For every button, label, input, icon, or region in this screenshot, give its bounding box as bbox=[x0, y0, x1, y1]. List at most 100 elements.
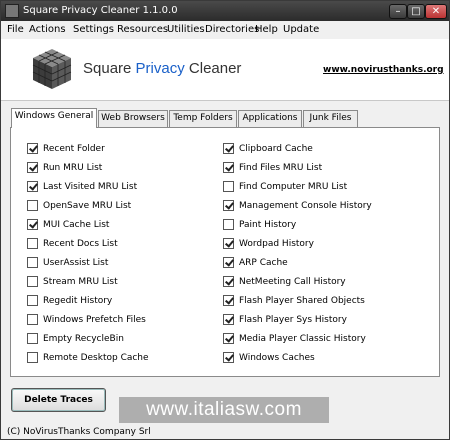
option-label: OpenSave MRU List bbox=[43, 200, 132, 211]
option-label: Recent Folder bbox=[43, 143, 105, 154]
window-title: Square Privacy Cleaner 1.1.0.0 bbox=[23, 5, 178, 16]
maximize-button[interactable]: □ bbox=[407, 4, 425, 19]
app-name: Square Privacy Cleaner bbox=[83, 60, 242, 77]
option-label: Paint History bbox=[239, 219, 297, 230]
checkbox[interactable] bbox=[223, 352, 234, 363]
tab-temp-folders[interactable]: Temp Folders bbox=[169, 110, 237, 127]
option-item[interactable]: Clipboard Cache bbox=[223, 142, 313, 155]
option-label: Media Player Classic History bbox=[239, 333, 366, 344]
checkbox[interactable] bbox=[27, 314, 38, 325]
option-item[interactable]: Remote Desktop Cache bbox=[27, 351, 149, 364]
checkbox[interactable] bbox=[27, 200, 38, 211]
tab-applications[interactable]: Applications bbox=[238, 110, 302, 127]
option-item[interactable]: Last Visited MRU List bbox=[27, 180, 137, 193]
close-button[interactable]: ✕ bbox=[425, 4, 447, 19]
menu-resources[interactable]: Resources bbox=[117, 24, 168, 35]
option-label: ARP Cache bbox=[239, 257, 288, 268]
option-item[interactable]: Media Player Classic History bbox=[223, 332, 366, 345]
option-label: Wordpad History bbox=[239, 238, 314, 249]
option-label: Flash Player Shared Objects bbox=[239, 295, 365, 306]
checkbox[interactable] bbox=[223, 219, 234, 230]
menu-update[interactable]: Update bbox=[283, 24, 319, 35]
option-label: Empty RecycleBin bbox=[43, 333, 124, 344]
minimize-button[interactable]: – bbox=[389, 4, 407, 19]
watermark-text: www.italiasw.com bbox=[119, 397, 329, 423]
option-item[interactable]: Wordpad History bbox=[223, 237, 314, 250]
checkbox[interactable] bbox=[223, 257, 234, 268]
title-bar[interactable]: Square Privacy Cleaner 1.1.0.0 – □ ✕ bbox=[1, 1, 449, 21]
website-link[interactable]: www.novirusthanks.org bbox=[323, 65, 444, 75]
cube-logo-icon bbox=[32, 49, 72, 89]
checkbox[interactable] bbox=[223, 143, 234, 154]
delete-traces-button[interactable]: Delete Traces bbox=[11, 388, 106, 412]
checkbox[interactable] bbox=[27, 352, 38, 363]
checkbox[interactable] bbox=[27, 276, 38, 287]
checkbox[interactable] bbox=[223, 162, 234, 173]
option-label: Find Computer MRU List bbox=[239, 181, 348, 192]
option-item[interactable]: Paint History bbox=[223, 218, 296, 231]
checkbox[interactable] bbox=[27, 238, 38, 249]
option-label: MUI Cache List bbox=[43, 219, 110, 230]
checkbox[interactable] bbox=[27, 295, 38, 306]
option-label: Stream MRU List bbox=[43, 276, 118, 287]
option-label: Run MRU List bbox=[43, 162, 103, 173]
menu-bar: File Actions Settings Resources Utilitie… bbox=[1, 21, 449, 39]
checkbox[interactable] bbox=[223, 181, 234, 192]
checkbox[interactable] bbox=[223, 238, 234, 249]
option-label: Last Visited MRU List bbox=[43, 181, 138, 192]
option-item[interactable]: Stream MRU List bbox=[27, 275, 118, 288]
menu-utilities[interactable]: Utilities bbox=[167, 24, 205, 35]
checkbox[interactable] bbox=[223, 295, 234, 306]
option-item[interactable]: Recent Folder bbox=[27, 142, 105, 155]
checkbox[interactable] bbox=[223, 333, 234, 344]
option-item[interactable]: Empty RecycleBin bbox=[27, 332, 124, 345]
checkbox[interactable] bbox=[27, 162, 38, 173]
menu-file[interactable]: File bbox=[7, 24, 24, 35]
option-label: NetMeeting Call History bbox=[239, 276, 346, 287]
option-label: Regedit History bbox=[43, 295, 113, 306]
app-header: Square Privacy Cleaner www.novirusthanks… bbox=[1, 39, 449, 101]
checkbox[interactable] bbox=[27, 333, 38, 344]
tab-web-browsers[interactable]: Web Browsers bbox=[98, 110, 168, 127]
app-window: Square Privacy Cleaner 1.1.0.0 – □ ✕ Fil… bbox=[0, 0, 450, 440]
checkbox[interactable] bbox=[223, 314, 234, 325]
option-item[interactable]: Regedit History bbox=[27, 294, 112, 307]
menu-settings[interactable]: Settings bbox=[73, 24, 114, 35]
checkbox[interactable] bbox=[27, 143, 38, 154]
option-item[interactable]: Windows Caches bbox=[223, 351, 315, 364]
checkbox[interactable] bbox=[223, 200, 234, 211]
checkbox[interactable] bbox=[223, 276, 234, 287]
option-item[interactable]: Flash Player Shared Objects bbox=[223, 294, 365, 307]
app-icon bbox=[5, 4, 19, 18]
status-bar: (C) NoVirusThanks Company Srl bbox=[1, 424, 449, 440]
option-item[interactable]: Find Files MRU List bbox=[223, 161, 322, 174]
option-label: Find Files MRU List bbox=[239, 162, 323, 173]
option-item[interactable]: UserAssist List bbox=[27, 256, 108, 269]
option-item[interactable]: ARP Cache bbox=[223, 256, 288, 269]
option-label: Clipboard Cache bbox=[239, 143, 313, 154]
menu-directories[interactable]: Directories bbox=[205, 24, 259, 35]
option-item[interactable]: Flash Player Sys History bbox=[223, 313, 347, 326]
option-item[interactable]: Management Console History bbox=[223, 199, 372, 212]
copyright-text: (C) NoVirusThanks Company Srl bbox=[7, 427, 151, 437]
checkbox[interactable] bbox=[27, 219, 38, 230]
menu-help[interactable]: Help bbox=[255, 24, 278, 35]
tab-windows-general[interactable]: Windows General bbox=[11, 108, 97, 128]
menu-actions[interactable]: Actions bbox=[29, 24, 66, 35]
option-item[interactable]: MUI Cache List bbox=[27, 218, 109, 231]
option-item[interactable]: Find Computer MRU List bbox=[223, 180, 347, 193]
option-label: UserAssist List bbox=[43, 257, 109, 268]
option-label: Recent Docs List bbox=[43, 238, 118, 249]
option-item[interactable]: OpenSave MRU List bbox=[27, 199, 131, 212]
option-label: Remote Desktop Cache bbox=[43, 352, 149, 363]
option-item[interactable]: Windows Prefetch Files bbox=[27, 313, 146, 326]
option-item[interactable]: Recent Docs List bbox=[27, 237, 118, 250]
option-label: Management Console History bbox=[239, 200, 372, 211]
option-label: Flash Player Sys History bbox=[239, 314, 347, 325]
tab-junk-files[interactable]: Junk Files bbox=[303, 110, 358, 127]
checkbox[interactable] bbox=[27, 257, 38, 268]
option-item[interactable]: NetMeeting Call History bbox=[223, 275, 346, 288]
checkbox[interactable] bbox=[27, 181, 38, 192]
option-label: Windows Caches bbox=[239, 352, 315, 363]
option-item[interactable]: Run MRU List bbox=[27, 161, 102, 174]
